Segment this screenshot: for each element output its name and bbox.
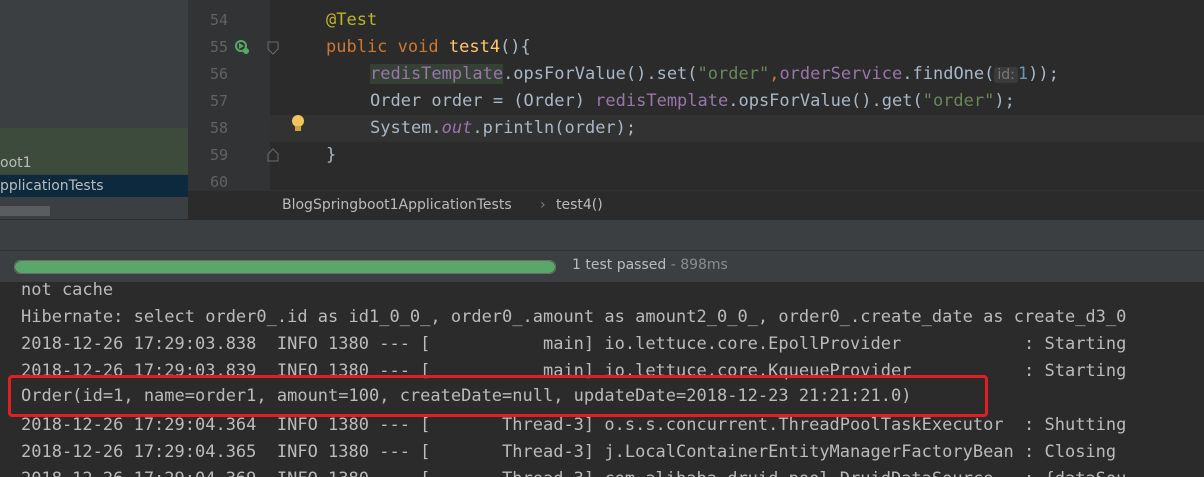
test-duration: - 898ms bbox=[666, 257, 728, 273]
console-line: 2018-12-26 17:29:04.369 INFO 1380 --- [ … bbox=[21, 466, 1126, 477]
bulb-icon[interactable] bbox=[290, 114, 306, 134]
console-line: Hibernate: select order0_.id as id1_0_0_… bbox=[21, 307, 1127, 327]
breadcrumb-method[interactable]: test4() bbox=[556, 197, 603, 213]
field-ref: orderService bbox=[779, 64, 903, 84]
keyword: public bbox=[326, 37, 388, 57]
breadcrumb-class[interactable]: BlogSpringboot1ApplicationTests bbox=[282, 197, 512, 213]
console-line: 2018-12-26 17:29:04.365 INFO 1380 --- [ … bbox=[21, 442, 1117, 462]
line-number: 55 bbox=[209, 38, 228, 56]
code-text: ); bbox=[994, 91, 1015, 111]
code-text: } bbox=[326, 145, 337, 165]
line-number: 57 bbox=[209, 92, 228, 110]
code-text: Order order = (Order) bbox=[370, 91, 596, 111]
tree-item-label: pplicationTests bbox=[0, 178, 104, 194]
test-progress-bar bbox=[14, 260, 556, 274]
keyword: void bbox=[397, 37, 439, 57]
editor-gutter: 54 55 56 57 58 59 60 bbox=[188, 0, 279, 190]
annotation: @Test bbox=[326, 10, 378, 30]
code-line: System.out.println(order); bbox=[370, 115, 636, 142]
console-line: 2018-12-26 17:29:03.838 INFO 1380 --- [ … bbox=[21, 334, 1127, 354]
line-number: 59 bbox=[209, 146, 228, 164]
project-tree-panel: oot1 pplicationTests bbox=[0, 0, 188, 219]
test-status: 1 test passed - 898ms bbox=[572, 257, 728, 273]
tree-item-selected[interactable]: pplicationTests bbox=[0, 175, 188, 197]
line-number: 54 bbox=[209, 11, 228, 29]
code-text: )); bbox=[1028, 64, 1059, 84]
highlight-box bbox=[8, 375, 988, 417]
code-text: System. bbox=[370, 118, 442, 138]
code-line: } bbox=[326, 142, 336, 169]
fold-icon[interactable] bbox=[267, 148, 279, 162]
fold-icon[interactable] bbox=[267, 41, 279, 55]
method-name: test4 bbox=[448, 37, 501, 57]
parameter-hint: id: bbox=[994, 67, 1018, 83]
tree-item[interactable]: oot1 bbox=[0, 152, 32, 174]
line-number: 56 bbox=[209, 65, 228, 83]
breadcrumb-separator: › bbox=[540, 197, 546, 213]
code-line: public void test4(){ bbox=[326, 34, 531, 61]
code-text: .opsForValue().set( bbox=[503, 64, 698, 84]
code-text: .findOne( bbox=[902, 64, 995, 84]
panel-divider[interactable] bbox=[0, 219, 1204, 251]
breadcrumb: BlogSpringboot1ApplicationTests › test4(… bbox=[188, 190, 1204, 220]
code-editor[interactable]: 54 55 56 57 58 59 60 @Test public void t… bbox=[188, 0, 1204, 190]
tree-horizontal-scrollbar[interactable] bbox=[0, 206, 50, 216]
field-ref: redisTemplate bbox=[370, 64, 504, 84]
line-number: 58 bbox=[209, 119, 228, 137]
console-output[interactable]: not cache Hibernate: select order0_.id a… bbox=[0, 282, 1204, 477]
test-status-text: 1 test passed bbox=[572, 257, 667, 273]
code-text: .opsForValue().get( bbox=[728, 91, 923, 111]
line-number: 60 bbox=[209, 173, 228, 190]
run-toolbar: 1 test passed - 898ms bbox=[0, 250, 1204, 283]
static-field: out bbox=[441, 118, 473, 138]
code-line: Order order = (Order) redisTemplate.opsF… bbox=[370, 88, 1015, 115]
field-ref: redisTemplate bbox=[595, 91, 729, 111]
number-literal: 1 bbox=[1017, 64, 1029, 84]
code-text: .println(order); bbox=[472, 118, 637, 138]
run-test-icon[interactable] bbox=[234, 39, 250, 55]
code-line: redisTemplate.opsForValue().set("order",… bbox=[370, 61, 1059, 88]
code-text: (){ bbox=[500, 37, 531, 57]
string-literal: "order" bbox=[922, 91, 995, 111]
tree-item-label: oot1 bbox=[0, 155, 32, 171]
code-line: @Test bbox=[326, 7, 377, 34]
console-line: not cache bbox=[21, 282, 114, 300]
progress-fill bbox=[15, 261, 555, 273]
code-text: , bbox=[769, 64, 780, 84]
string-literal: "order" bbox=[697, 64, 770, 84]
